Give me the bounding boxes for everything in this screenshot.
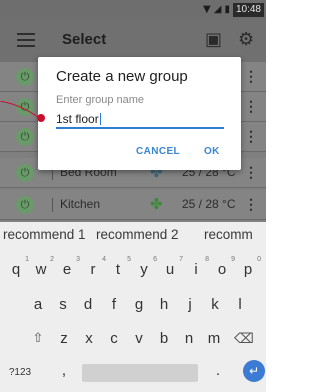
status-bar: ▼ ◢ ▮ 10:48 (0, 0, 266, 20)
key-hint: 9 (231, 256, 235, 263)
key-i[interactable]: i8 (188, 256, 209, 280)
ok-button[interactable]: OK (204, 146, 220, 157)
key-hint: 2 (50, 256, 54, 263)
more-icon[interactable]: ⋮ (244, 98, 258, 115)
key-label: e (62, 261, 72, 278)
more-icon[interactable]: ⋮ (244, 68, 258, 85)
menu-icon[interactable] (17, 33, 35, 47)
key-t[interactable]: t5 (110, 256, 131, 280)
key-label: o (217, 261, 227, 278)
key-label: p (243, 261, 253, 278)
key-o[interactable]: o9 (214, 256, 235, 280)
key-h[interactable]: h (156, 295, 172, 315)
key-v[interactable]: v (131, 329, 147, 349)
key-hint: 5 (127, 256, 131, 263)
key-u[interactable]: u7 (162, 256, 183, 280)
suggestion-item[interactable]: recommend 2 (96, 227, 179, 242)
power-icon[interactable]: ⏻ (16, 164, 34, 182)
key-a[interactable]: a (30, 295, 46, 315)
backspace-icon[interactable]: ⌫ (231, 329, 257, 349)
list-item[interactable]: ⏻ Kitchen ✤ 25 / 28 °C ⋮ (0, 190, 266, 220)
key-s[interactable]: s (55, 295, 71, 315)
suggestion-bar: recommend 1 recommend 2 recomm (0, 222, 266, 250)
soft-keyboard: q1 w2 e3 r4 t5 y6 u7 i8 o9 p0 a s d f g … (0, 250, 266, 392)
key-f[interactable]: f (106, 295, 122, 315)
signal-icon: ◢ (213, 4, 222, 15)
key-label: q (11, 261, 21, 278)
wifi-icon: ▼ (203, 4, 211, 15)
room-temperature: 25 / 28 °C (182, 197, 236, 211)
key-label: t (115, 261, 121, 278)
key-k[interactable]: k (207, 295, 223, 315)
symbols-key[interactable]: ?123 (6, 363, 34, 383)
phone-screen: ▼ ◢ ▮ 10:48 Select ▣ ⚙ ⏻ ⋮ ⏻ ⋮ ⏻ ⋮ ⏻ Bed… (0, 0, 266, 392)
group-name-label: Enter group name (56, 94, 145, 106)
key-x[interactable]: x (81, 329, 97, 349)
key-hint: 0 (257, 256, 261, 263)
key-hint: 8 (205, 256, 209, 263)
more-icon[interactable]: ⋮ (244, 164, 258, 181)
key-e[interactable]: e3 (59, 256, 80, 280)
key-d[interactable]: d (80, 295, 96, 315)
gear-icon[interactable]: ⚙ (238, 28, 254, 52)
key-c[interactable]: c (106, 329, 122, 349)
create-group-dialog: Create a new group Enter group name 1st … (38, 57, 241, 170)
key-hint: 4 (102, 256, 106, 263)
key-label: r (90, 261, 96, 278)
app-bar-title: Select (62, 31, 107, 48)
space-key[interactable] (82, 364, 198, 382)
key-label: y (140, 261, 148, 278)
key-hint: 7 (179, 256, 183, 263)
key-label: w (35, 261, 47, 278)
suggestion-item[interactable]: recomm (204, 227, 253, 242)
more-icon[interactable]: ⋮ (244, 196, 258, 213)
input-underline (56, 127, 224, 129)
cancel-button[interactable]: CANCEL (136, 146, 180, 157)
shift-icon[interactable]: ⇧ (28, 329, 48, 349)
key-z[interactable]: z (56, 329, 72, 349)
callout-line (0, 101, 40, 119)
key-g[interactable]: g (131, 295, 147, 315)
comma-key[interactable]: , (58, 361, 70, 381)
room-name: Kitchen (60, 197, 101, 211)
key-j[interactable]: j (182, 295, 198, 315)
key-hint: 3 (76, 256, 80, 263)
group-name-input[interactable]: 1st floor (56, 112, 99, 126)
more-icon[interactable]: ⋮ (244, 128, 258, 145)
key-n[interactable]: n (181, 329, 197, 349)
key-m[interactable]: m (206, 329, 222, 349)
power-icon[interactable]: ⏻ (16, 196, 34, 214)
app-bar: Select ▣ ⚙ (0, 20, 266, 62)
key-w[interactable]: w2 (33, 256, 54, 280)
period-key[interactable]: . (212, 361, 224, 381)
group-name-input-wrap[interactable]: 1st floor (56, 112, 101, 126)
power-icon[interactable]: ⏻ (16, 68, 34, 86)
power-icon[interactable]: ⏻ (16, 128, 34, 146)
callout-dot (37, 114, 45, 122)
group-name-field[interactable]: Enter group name 1st floor (56, 94, 224, 129)
key-q[interactable]: q1 (8, 256, 29, 280)
key-label: u (165, 261, 175, 278)
key-r[interactable]: r4 (85, 256, 107, 280)
key-hint: 6 (153, 256, 157, 263)
status-time: 10:48 (232, 3, 264, 17)
key-l[interactable]: l (232, 295, 248, 315)
fan-icon: ✤ (150, 195, 163, 213)
key-label: i (194, 261, 198, 278)
enter-icon[interactable]: ↵ (243, 360, 265, 382)
text-caret (99, 113, 101, 125)
dialog-title: Create a new group (56, 68, 188, 85)
suggestion-item[interactable]: recommend 1 (3, 227, 86, 242)
key-b[interactable]: b (156, 329, 172, 349)
key-y[interactable]: y6 (136, 256, 157, 280)
calendar-icon[interactable]: ▣ (205, 28, 222, 52)
battery-icon: ▮ (224, 4, 230, 15)
key-hint: 1 (25, 256, 29, 263)
divider (52, 198, 53, 212)
key-p[interactable]: p0 (240, 256, 261, 280)
